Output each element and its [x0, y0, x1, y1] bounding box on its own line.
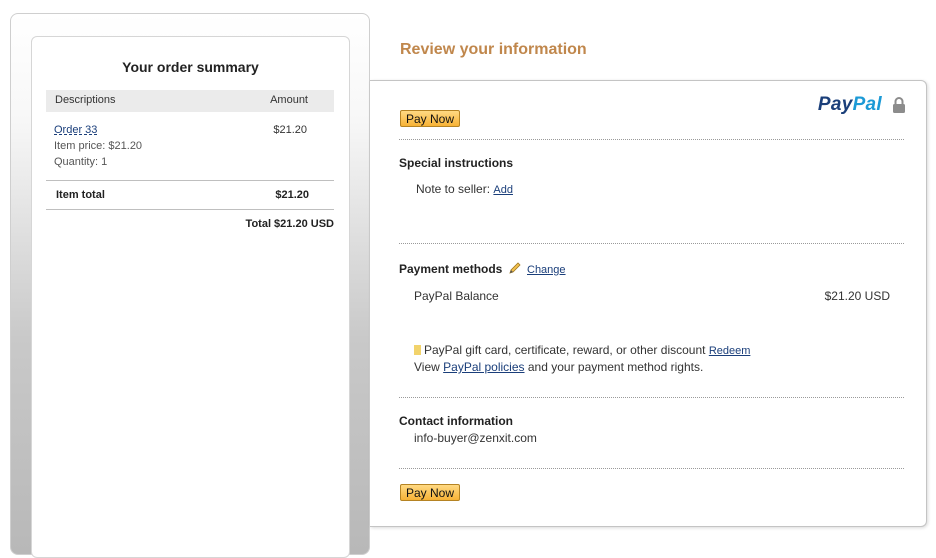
change-payment-link[interactable]: Change	[527, 264, 566, 276]
grand-total: Total $21.20 USD	[245, 218, 334, 230]
divider	[399, 397, 904, 398]
add-note-link[interactable]: Add	[493, 184, 513, 196]
payment-method-amount: $21.20 USD	[824, 289, 890, 303]
lock-icon	[893, 97, 905, 113]
note-to-seller: Note to seller: Add	[416, 182, 513, 196]
item-total-value: $21.20	[275, 189, 309, 201]
pay-now-button-bottom[interactable]: Pay Now	[400, 484, 460, 501]
paypal-policies-link[interactable]: PayPal policies	[443, 360, 524, 374]
order-item-quantity: Quantity: 1	[54, 156, 108, 168]
paypal-logo: PayPal	[818, 94, 882, 116]
column-header-amount: Amount	[270, 94, 308, 106]
divider	[46, 209, 334, 210]
divider	[399, 139, 904, 140]
divider	[46, 180, 334, 181]
payment-methods-title: Payment methods	[399, 262, 503, 276]
contact-information-title: Contact information	[399, 414, 513, 428]
pay-now-button-top[interactable]: Pay Now	[400, 110, 460, 127]
order-summary-title: Your order summary	[122, 59, 259, 75]
policy-prefix: View	[414, 360, 440, 374]
policy-row: View PayPal policies and your payment me…	[414, 360, 703, 374]
divider	[399, 243, 904, 244]
item-total-label: Item total	[56, 189, 105, 201]
paypal-logo-part2: Pal	[852, 94, 882, 115]
note-to-seller-label: Note to seller:	[416, 182, 491, 196]
gift-card-icon	[414, 345, 421, 355]
column-header-descriptions: Descriptions	[55, 94, 116, 106]
redeem-link[interactable]: Redeem	[709, 345, 751, 357]
pencil-icon	[509, 262, 521, 274]
gift-card-row: PayPal gift card, certificate, reward, o…	[414, 343, 750, 357]
order-item-price: Item price: $21.20	[54, 140, 143, 152]
gift-card-text: PayPal gift card, certificate, reward, o…	[424, 343, 706, 357]
order-item-link[interactable]: Order 33	[54, 124, 97, 136]
review-heading: Review your information	[400, 41, 587, 58]
order-summary-card: Your order summary Descriptions Amount O…	[31, 36, 350, 558]
policy-suffix: and your payment method rights.	[527, 360, 704, 374]
paypal-logo-part1: Pay	[817, 94, 853, 115]
order-item-amount: $21.20	[273, 124, 307, 136]
divider	[399, 468, 904, 469]
contact-email: info-buyer@zenxit.com	[414, 431, 537, 445]
review-panel: PayPal Pay Now Special instructions Note…	[370, 80, 927, 527]
summary-table-header: Descriptions Amount	[46, 90, 334, 112]
special-instructions-title: Special instructions	[399, 156, 514, 170]
payment-method-name: PayPal Balance	[414, 289, 499, 303]
